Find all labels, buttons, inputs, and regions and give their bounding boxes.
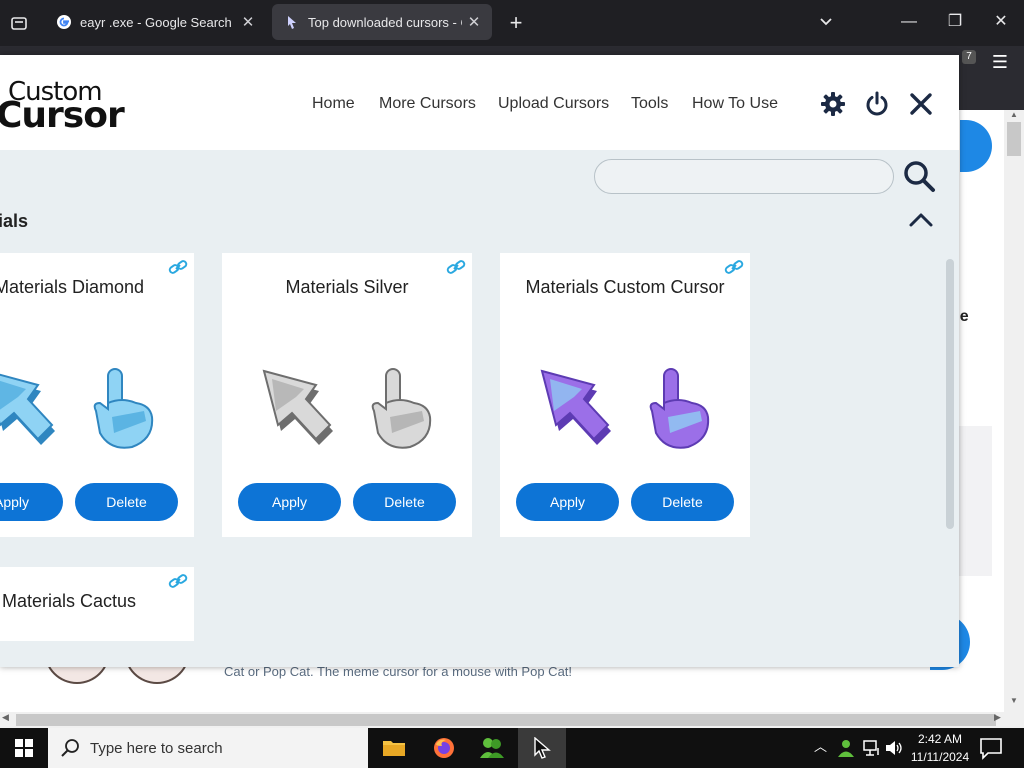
tab-close-icon[interactable]: ✕ [236,13,260,31]
taskbar-people-app[interactable] [468,728,516,768]
delete-button[interactable]: Delete [631,483,734,521]
browser-tab-google-search[interactable]: eayr .exe - Google Search ✕ [44,4,266,40]
tab-overflow-chevron-icon[interactable] [812,8,840,38]
firefox-icon [434,738,454,758]
start-button[interactable] [0,728,48,768]
delete-button[interactable]: Delete [75,483,178,521]
cursor-favicon-icon [288,16,296,29]
window-close-button[interactable]: ✕ [978,6,1024,38]
tab-list-button[interactable] [4,8,34,38]
cursor-card-title: Materials Silver [285,277,409,297]
cursor-card[interactable]: Materials Custom Cursor Apply Delete [500,253,750,537]
scroll-up-icon[interactable]: ▲ [1006,110,1022,122]
taskbar-file-explorer[interactable] [370,728,418,768]
apply-button[interactable]: Apply [238,483,341,521]
folder-icon [383,741,405,756]
nav-upload-cursors[interactable]: Upload Cursors [498,95,609,113]
cursor-card[interactable]: Materials Silver Apply Delete [222,253,472,537]
arrow-cursor-icon [262,369,333,445]
tab-title: Top downloaded cursors - Custom Cursor [308,14,462,30]
apply-button[interactable]: Apply [0,483,63,521]
browser-tab-custom-cursor[interactable]: Top downloaded cursors - Custom Cursor ✕ [272,4,492,40]
taskbar-firefox[interactable] [420,728,468,768]
link-icon[interactable] [168,573,188,589]
hand-cursor-icon [649,368,710,449]
custom-cursor-popup: Custom Cursor Home More Cursors Upload C… [0,55,959,667]
network-icon[interactable] [862,738,882,758]
section-title: ials [0,211,29,231]
tray-people-icon[interactable] [836,738,856,758]
custom-cursor-logo[interactable]: Custom Cursor [0,77,125,136]
nav-home[interactable]: Home [312,95,355,113]
taskbar-search-box[interactable]: Type here to search [48,728,368,768]
power-icon[interactable] [864,91,890,117]
tab-close-icon[interactable]: ✕ [462,13,486,31]
volume-icon[interactable] [884,738,904,758]
notification-icon[interactable] [978,736,1004,760]
taskbar-search-placeholder: Type here to search [90,739,223,757]
cursor-card-title: Materials Diamond [0,277,145,297]
people-icon [480,738,504,758]
cursor-card[interactable]: Materials Diamond Apply Delete [0,253,194,537]
google-icon [57,15,71,29]
page-side-panel [958,426,992,576]
nav-how-to-use[interactable]: How To Use [692,95,778,113]
link-icon[interactable] [724,259,744,275]
scroll-left-icon[interactable]: ◀ [2,712,9,723]
tab-title: eayr .exe - Google Search [80,14,232,30]
arrow-cursor-icon [540,369,611,445]
minimize-button[interactable]: — [886,6,932,38]
clock-time: 2:42 AM [917,732,963,746]
chevron-up-icon[interactable] [908,209,934,229]
scroll-right-icon[interactable]: ▶ [994,712,1001,723]
page-vertical-scrollbar[interactable] [1004,110,1024,712]
tab-list-icon [11,17,27,30]
page-scroll-thumb[interactable] [1007,122,1021,156]
apply-button[interactable]: Apply [516,483,619,521]
cursor-card[interactable]: Materials Cactus [0,567,194,641]
search-input[interactable] [594,159,894,194]
cursor-card-title: Materials Custom Cursor [525,277,725,297]
hand-cursor-icon [371,368,432,449]
nav-tools[interactable]: Tools [631,95,668,113]
link-icon[interactable] [168,259,188,275]
cursor-app-icon [534,737,551,759]
maximize-button[interactable]: ❐ [932,6,978,38]
gear-icon[interactable] [820,91,846,117]
search-icon [61,739,79,757]
arrow-cursor-icon [0,373,55,445]
search-icon[interactable] [902,159,936,193]
popup-scroll-thumb[interactable] [946,259,954,529]
delete-button[interactable]: Delete [353,483,456,521]
logo-text-bottom: Cursor [0,95,125,136]
cursor-card-title: Materials Cactus [1,591,137,611]
clock-date: 11/11/2024 [910,750,970,764]
taskbar-custom-cursor[interactable] [518,728,566,768]
tray-expand-icon[interactable]: ︿ [814,736,827,755]
windows-icon [15,739,33,757]
taskbar-clock[interactable]: 2:42 AM 11/11/2024 [908,730,972,766]
browser-menu-icon[interactable]: ☰ [988,52,1012,76]
hand-cursor-icon [93,368,154,449]
close-icon[interactable] [908,91,934,117]
page-horizontal-scroll-thumb[interactable] [16,714,996,726]
popup-header: Custom Cursor Home More Cursors Upload C… [0,55,959,150]
extension-badge[interactable]: 7 [962,50,976,64]
scroll-down-icon[interactable]: ▼ [1006,696,1022,708]
new-tab-button[interactable]: + [502,8,530,38]
nav-more-cursors[interactable]: More Cursors [379,95,476,113]
link-icon[interactable] [446,259,466,275]
